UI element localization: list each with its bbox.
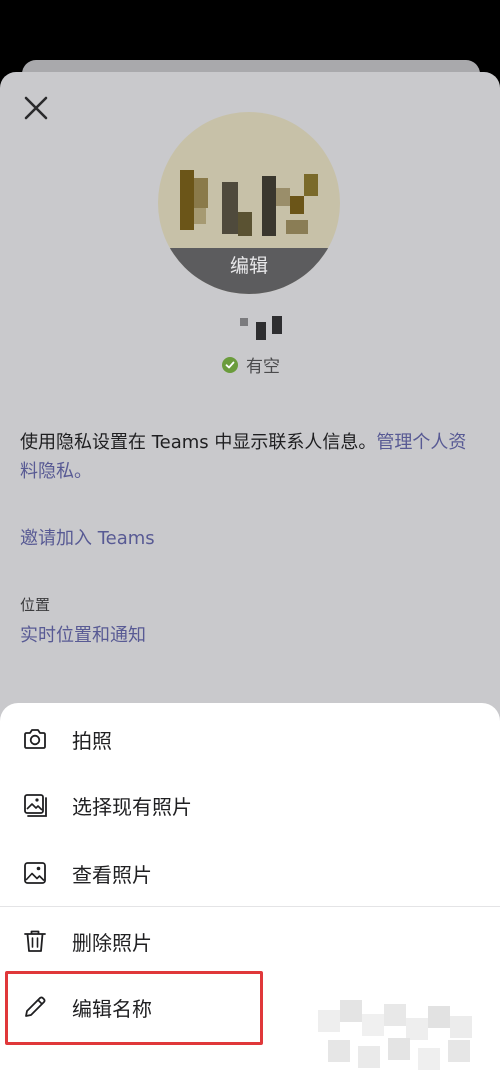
take-photo-item[interactable]: 拍照: [0, 705, 500, 771]
delete-photo-item[interactable]: 删除照片: [0, 907, 500, 973]
location-label: 位置: [20, 596, 51, 614]
avatar-pixel: [304, 174, 318, 196]
display-name: [256, 322, 266, 340]
invite-link[interactable]: 邀请加入 Teams: [20, 524, 155, 550]
edit-name-highlight-box: [5, 971, 263, 1045]
menu-item-label: 拍照: [72, 729, 112, 753]
close-button[interactable]: [20, 92, 52, 124]
available-check-icon: [222, 356, 238, 373]
privacy-note: 使用隐私设置在 Teams 中显示联系人信息。管理个人资料隐私。: [20, 428, 482, 486]
menu-item-label: 选择现有照片: [72, 795, 192, 819]
watermark-mosaic: [318, 1000, 472, 1070]
close-icon: [24, 96, 48, 120]
avatar-pixel: [222, 182, 238, 234]
avatar-edit-label[interactable]: 编辑: [158, 248, 340, 294]
status-label: 有空: [246, 357, 280, 377]
menu-item-label: 删除照片: [72, 931, 152, 955]
display-name: [240, 318, 248, 326]
trash-icon: [24, 930, 46, 952]
camera-icon: [24, 729, 46, 749]
view-photo-item[interactable]: 查看照片: [0, 839, 500, 905]
photo-library-icon: [24, 794, 47, 817]
location-link[interactable]: 实时位置和通知: [20, 621, 146, 647]
image-icon: [24, 862, 46, 884]
avatar-pixel: [238, 212, 252, 236]
avatar-pixel: [290, 196, 304, 214]
avatar-pixel: [194, 208, 206, 224]
avatar-pixel: [262, 176, 276, 236]
choose-photo-item[interactable]: 选择现有照片: [0, 771, 500, 837]
display-name: [272, 316, 282, 334]
privacy-text: 使用隐私设置在 Teams 中显示联系人信息。: [20, 432, 377, 453]
avatar[interactable]: 编辑: [158, 112, 340, 294]
presence-status[interactable]: 有空: [222, 352, 280, 377]
avatar-pixel: [286, 220, 308, 234]
avatar-pixel: [194, 178, 208, 208]
avatar-pixel: [276, 188, 290, 206]
avatar-pixel: [180, 170, 194, 230]
menu-item-label: 查看照片: [72, 863, 152, 887]
